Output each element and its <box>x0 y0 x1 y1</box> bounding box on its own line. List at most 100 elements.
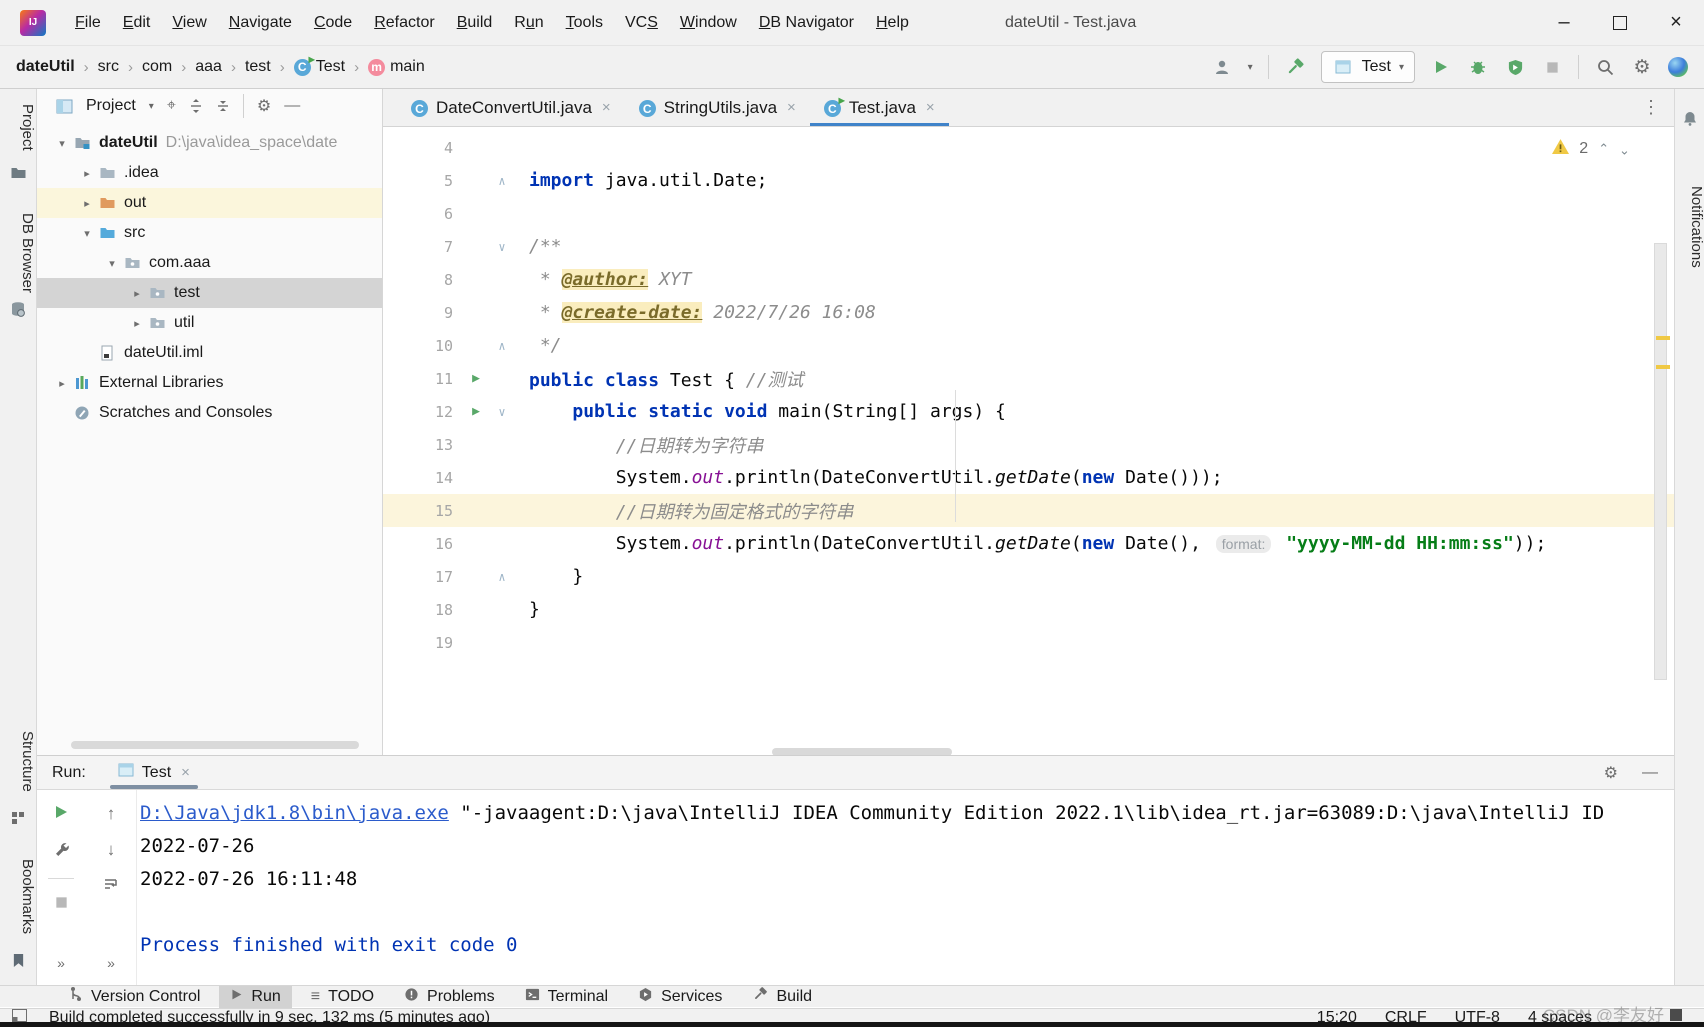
run-gutter-icon[interactable]: ▶ <box>463 371 489 386</box>
toolwindow-button-terminal[interactable]: Terminal <box>514 986 619 1008</box>
menu-window[interactable]: Window <box>669 0 748 45</box>
db-browser-icon[interactable] <box>0 301 36 318</box>
inspections-widget[interactable]: 2 ⌃ ⌃ <box>1552 139 1630 159</box>
code-line-18[interactable]: 18} <box>383 593 1674 626</box>
tree-item-out[interactable]: ▸out <box>36 188 382 218</box>
tree-chevron-icon[interactable]: ▾ <box>100 257 124 270</box>
console-link[interactable]: D:\Java\jdk1.8\bin\java.exe <box>140 802 449 824</box>
code-line-13[interactable]: 13 //日期转为字符串 <box>383 428 1674 461</box>
tree-chevron-icon[interactable]: ▸ <box>75 167 99 180</box>
menu-navigate[interactable]: Navigate <box>218 0 303 45</box>
prev-problem-icon[interactable]: ⌃ <box>1598 141 1609 157</box>
tab-test-java[interactable]: C▶Test.java× <box>810 89 949 126</box>
breadcrumb-item-com[interactable]: com <box>142 58 172 76</box>
code-line-19[interactable]: 19 <box>383 626 1674 659</box>
maximize-button[interactable] <box>1592 0 1648 45</box>
run-tab-close-icon[interactable]: × <box>181 764 190 781</box>
tree-item-util[interactable]: ▸util <box>36 308 382 338</box>
tab-close-icon[interactable]: × <box>787 99 796 116</box>
code-editor[interactable]: 45∧import java.util.Date;67∨/**8 * @auth… <box>383 127 1674 755</box>
breadcrumb-item-test[interactable]: test <box>245 58 271 76</box>
fold-marker-icon[interactable]: ∧ <box>489 174 515 188</box>
notifications-bell-icon[interactable] <box>1675 111 1704 126</box>
tree-item-dateutil[interactable]: ▾dateUtil D:\java\idea_space\date <box>36 128 382 158</box>
search-everywhere-icon[interactable] <box>1594 54 1616 80</box>
coverage-button[interactable] <box>1504 54 1526 80</box>
tabs-more-icon[interactable]: ⋮ <box>1642 97 1660 118</box>
sidebar-item-structure[interactable]: Structure <box>0 721 36 801</box>
tree-item-scratches-and-consoles[interactable]: Scratches and Consoles <box>36 398 382 428</box>
sidebar-item-bookmarks[interactable]: Bookmarks <box>0 851 36 943</box>
menu-build[interactable]: Build <box>446 0 504 45</box>
run-gutter-icon[interactable]: ▶ <box>463 404 489 419</box>
run-configuration-select[interactable]: Test ▾ <box>1321 51 1415 83</box>
menu-db-navigator[interactable]: DB Navigator <box>748 0 865 45</box>
profile-icon[interactable] <box>1211 54 1233 80</box>
menu-view[interactable]: View <box>161 0 217 45</box>
tree-item-test[interactable]: ▸test <box>36 278 382 308</box>
next-problem-icon[interactable]: ⌃ <box>1619 141 1630 157</box>
code-line-16[interactable]: 16 System.out.println(DateConvertUtil.ge… <box>383 527 1674 560</box>
menu-vcs[interactable]: VCS <box>614 0 669 45</box>
breadcrumb-item-main[interactable]: mmain <box>368 58 425 76</box>
modify-run-config-wrench-icon[interactable] <box>53 841 69 862</box>
project-folder-icon[interactable] <box>0 165 36 181</box>
breadcrumb-item-src[interactable]: src <box>98 58 119 76</box>
run-settings-gear-icon[interactable]: ⚙ <box>1604 763 1618 783</box>
menu-help[interactable]: Help <box>865 0 920 45</box>
settings-gear-icon[interactable]: ⚙ <box>1631 54 1653 80</box>
code-line-7[interactable]: 7∨/** <box>383 230 1674 263</box>
code-line-8[interactable]: 8 * @author: XYT <box>383 263 1674 296</box>
tree-item-idea[interactable]: ▸.idea <box>36 158 382 188</box>
more-actions-icon[interactable]: » <box>107 955 115 971</box>
tree-item-dateutil-iml[interactable]: dateUtil.iml <box>36 338 382 368</box>
code-line-14[interactable]: 14 System.out.println(DateConvertUtil.ge… <box>383 461 1674 494</box>
toolwindow-button-todo[interactable]: ≡TODO <box>300 986 385 1008</box>
minimize-button[interactable]: – <box>1536 0 1592 45</box>
tree-chevron-icon[interactable]: ▸ <box>75 197 99 210</box>
toolwindow-button-version-control[interactable]: Version Control <box>58 986 211 1008</box>
bookmark-flag-icon[interactable] <box>0 953 36 968</box>
sidebar-item-db-browser[interactable]: DB Browser <box>0 211 36 295</box>
toolwindow-button-services[interactable]: Services <box>627 986 733 1008</box>
more-actions-icon[interactable]: » <box>57 955 65 971</box>
menu-refactor[interactable]: Refactor <box>363 0 445 45</box>
fold-marker-icon[interactable]: ∨ <box>489 240 515 254</box>
tree-chevron-icon[interactable]: ▸ <box>125 317 149 330</box>
warning-stripe-mark[interactable] <box>1656 336 1670 340</box>
tab-close-icon[interactable]: × <box>926 99 935 116</box>
toolwindow-button-problems[interactable]: Problems <box>393 986 506 1008</box>
tab-close-icon[interactable]: × <box>602 99 611 116</box>
menu-code[interactable]: Code <box>303 0 363 45</box>
code-line-9[interactable]: 9 * @create-date: 2022/7/26 16:08 <box>383 296 1674 329</box>
breadcrumb-item-dateutil[interactable]: dateUtil <box>16 58 75 76</box>
tree-chevron-icon[interactable]: ▾ <box>75 227 99 240</box>
tab-stringutils-java[interactable]: CStringUtils.java× <box>625 89 810 126</box>
code-line-11[interactable]: 11▶public class Test { //测试 <box>383 362 1674 395</box>
breadcrumb-item-test[interactable]: C▶Test <box>294 58 345 76</box>
menu-tools[interactable]: Tools <box>555 0 614 45</box>
code-with-me-icon[interactable] <box>1668 57 1688 77</box>
close-button[interactable]: × <box>1648 0 1704 45</box>
menu-file[interactable]: File <box>64 0 112 45</box>
tree-chevron-icon[interactable]: ▾ <box>50 137 74 150</box>
soft-wrap-icon[interactable] <box>103 876 119 897</box>
run-hide-icon[interactable]: — <box>1642 764 1658 782</box>
warning-stripe-mark[interactable] <box>1656 365 1670 369</box>
code-line-4[interactable]: 4 <box>383 131 1674 164</box>
project-horizontal-scrollbar[interactable] <box>71 741 359 749</box>
tree-chevron-icon[interactable]: ▸ <box>125 287 149 300</box>
down-stack-trace-icon[interactable]: ↓ <box>107 840 116 860</box>
editor-vertical-scrollbar[interactable] <box>1654 243 1667 680</box>
breadcrumb-item-aaa[interactable]: aaa <box>195 58 222 76</box>
fold-marker-icon[interactable]: ∧ <box>489 339 515 353</box>
fold-marker-icon[interactable]: ∨ <box>489 405 515 419</box>
run-tab[interactable]: Test × <box>110 756 198 789</box>
stop-button[interactable] <box>1541 54 1563 80</box>
code-line-5[interactable]: 5∧import java.util.Date; <box>383 164 1674 197</box>
up-stack-trace-icon[interactable]: ↑ <box>107 804 116 824</box>
tab-dateconvertutil-java[interactable]: CDateConvertUtil.java× <box>397 89 625 126</box>
fold-marker-icon[interactable]: ∧ <box>489 570 515 584</box>
code-line-15[interactable]: 15 //日期转为固定格式的字符串 <box>383 494 1674 527</box>
sidebar-item-notifications[interactable]: Notifications <box>1675 137 1704 317</box>
